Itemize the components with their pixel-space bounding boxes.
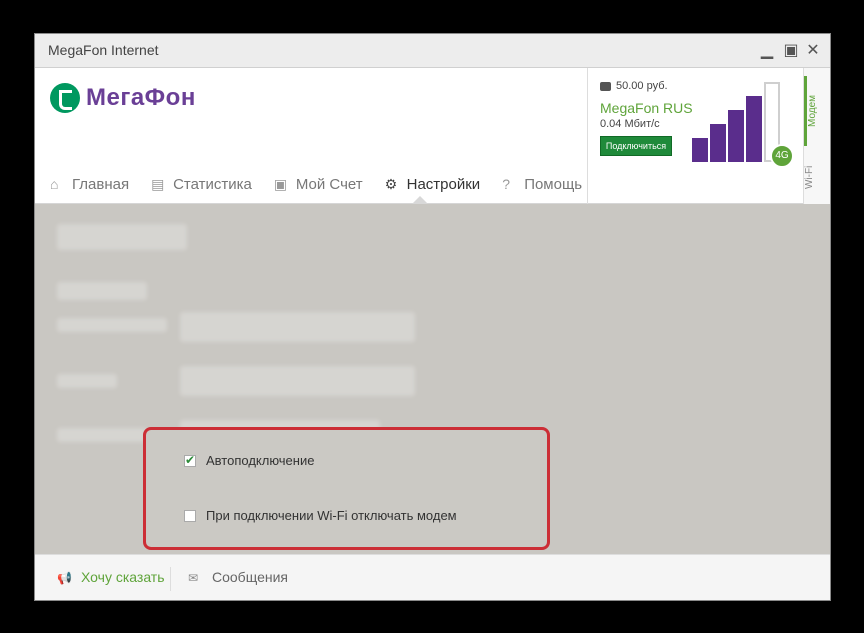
network-type-badge: 4G (770, 144, 794, 168)
nav-help[interactable]: ? Помощь (502, 172, 582, 196)
wallet-icon: ▣ (273, 176, 288, 192)
nav-account[interactable]: ▣ Мой Счет (274, 172, 363, 196)
blurred-content (180, 312, 415, 342)
blurred-content (57, 428, 147, 442)
connection-status: 50.00 руб. MegaFon RUS 0.04 Мбит/с Подкл… (587, 68, 804, 204)
footer-divider (170, 567, 171, 591)
nav-home[interactable]: ⌂ Главная (50, 172, 129, 196)
nav-label: Настройки (406, 175, 481, 193)
titlebar: MegaFon Internet ▁ ▣ ✕ (35, 34, 830, 68)
wifi-disable-modem-checkbox[interactable] (184, 509, 196, 522)
autoconnect-label: Автоподключение (206, 453, 315, 468)
connect-button[interactable]: Подключиться (600, 136, 672, 156)
feedback-link[interactable]: 📢 Хочу сказать (57, 569, 165, 585)
messages-link[interactable]: ✉ Сообщения (188, 569, 288, 585)
connection-options-panel: Автоподключение При подключении Wi-Fi от… (143, 427, 550, 550)
header: МегаФон ⌂ Главная ▤ Статистика ▣ Мой Сче… (35, 68, 830, 204)
mode-tabs: Модем Wi-Fi (803, 68, 830, 204)
wifi-disable-modem-option[interactable]: При подключении Wi-Fi отключать модем (184, 508, 457, 523)
main-nav: ⌂ Главная ▤ Статистика ▣ Мой Счет ⚙ Наст… (50, 172, 604, 196)
signal-bar (728, 110, 744, 162)
autoconnect-checkbox[interactable] (184, 453, 196, 467)
close-button[interactable]: ✕ (803, 41, 823, 61)
envelope-icon: ✉ (188, 571, 199, 585)
nav-label: Главная (72, 175, 130, 193)
blurred-content (180, 366, 415, 396)
autoconnect-option[interactable]: Автоподключение (184, 453, 314, 468)
tab-wifi[interactable]: Wi-Fi (804, 154, 830, 200)
connection-speed: 0.04 Мбит/с (600, 118, 660, 130)
megafon-logo-icon (50, 83, 80, 113)
minimize-button[interactable]: ▁ (757, 41, 777, 61)
nav-label: Помощь (524, 175, 583, 193)
logo: МегаФон (50, 80, 196, 116)
nav-label: Мой Счет (295, 175, 363, 193)
app-window: MegaFon Internet ▁ ▣ ✕ МегаФон ⌂ Главная… (34, 33, 831, 601)
logo-text: МегаФон (86, 84, 196, 111)
messages-label: Сообщения (212, 569, 288, 585)
footer: 📢 Хочу сказать ✉ Сообщения (35, 554, 830, 600)
blurred-content (57, 224, 187, 250)
signal-bar (746, 96, 762, 162)
stats-icon: ▤ (151, 176, 165, 192)
window-title: MegaFon Internet (48, 42, 159, 58)
blurred-content (57, 374, 117, 388)
help-icon: ? (502, 176, 510, 192)
feedback-label: Хочу сказать (81, 569, 165, 585)
wifi-disable-modem-label: При подключении Wi-Fi отключать модем (206, 508, 457, 523)
balance: 50.00 руб. (600, 80, 668, 92)
megaphone-icon: 📢 (57, 571, 72, 585)
signal-bar (710, 124, 726, 162)
gear-icon: ⚙ (384, 176, 398, 192)
nav-statistics[interactable]: ▤ Статистика (151, 172, 252, 196)
tab-modem[interactable]: Модем (804, 76, 830, 146)
blurred-content (57, 282, 147, 300)
nav-active-pointer (412, 196, 428, 204)
nav-settings[interactable]: ⚙ Настройки (385, 172, 481, 196)
nav-label: Статистика (173, 175, 252, 193)
signal-bar (692, 138, 708, 162)
maximize-button[interactable]: ▣ (781, 41, 801, 61)
operator-name: MegaFon RUS (600, 100, 693, 116)
blurred-content (57, 318, 167, 332)
wallet-icon (600, 81, 611, 91)
balance-value: 50.00 руб. (616, 80, 668, 92)
home-icon: ⌂ (50, 176, 59, 192)
